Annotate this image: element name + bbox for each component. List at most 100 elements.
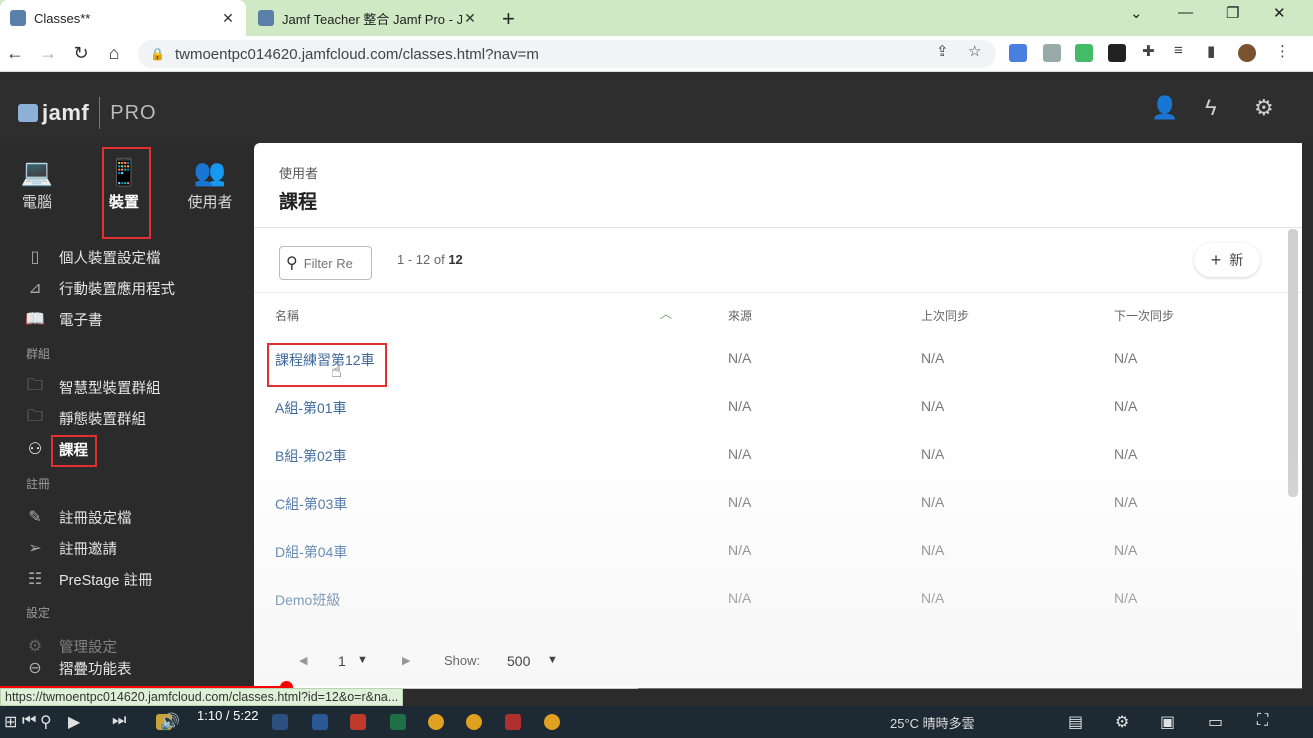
column-header-name[interactable]: 名稱 [275, 307, 299, 324]
previous-video-icon[interactable]: ⏮ [22, 712, 36, 730]
sidebar-item-smart-groups[interactable]: 🗀 智慧型裝置群組 [24, 375, 161, 399]
sidebar-item-label: 註冊設定檔 [59, 510, 132, 527]
avatar[interactable] [1238, 44, 1256, 62]
profile-icon: ▯ [30, 249, 40, 266]
filter-input[interactable] [303, 255, 364, 271]
class-name-link[interactable]: D組-第04車 [275, 542, 347, 562]
word-icon[interactable] [312, 714, 328, 730]
subtitles-icon[interactable]: ▤ [1068, 712, 1083, 732]
powerpoint-icon[interactable] [350, 714, 366, 730]
close-tab-icon[interactable]: ✕ [462, 10, 478, 27]
sidebar-item-prestage-enrollments[interactable]: ☷ PreStage 註冊 [24, 567, 153, 591]
table-row[interactable]: Demo班級 N/A N/A N/A [254, 578, 1284, 626]
class-name-link[interactable]: A組-第01車 [275, 398, 347, 418]
column-header-last-sync[interactable]: 上次同步 [921, 307, 969, 324]
settings-gear-icon[interactable]: ⚙ [1254, 95, 1274, 121]
column-header-next-sync[interactable]: 下一次同步 [1114, 307, 1174, 324]
lock-icon: 🔒 [150, 47, 165, 61]
bookmark-star-icon[interactable]: ☆ [968, 42, 981, 60]
new-tab-icon[interactable]: + [502, 6, 515, 32]
sidebar-item-enrollment-invitations[interactable]: ➢ 註冊邀請 [24, 536, 117, 560]
miniplayer-icon[interactable]: ▣ [1160, 712, 1175, 732]
forward-icon[interactable]: → [37, 43, 59, 64]
weather-widget[interactable]: 25°C 晴時多雲 [890, 713, 975, 732]
translate-extension-icon[interactable] [1009, 44, 1027, 62]
table-row[interactable]: A組-第01車 N/A N/A N/A [254, 386, 1284, 434]
tab-jamf-teacher[interactable]: Jamf Teacher 整合 Jamf Pro - Jam ✕ [248, 0, 488, 36]
excel-icon[interactable] [390, 714, 406, 730]
user-account-icon[interactable]: 👤 [1151, 95, 1178, 121]
back-icon[interactable]: ← [4, 43, 26, 64]
url-field[interactable]: 🔒 twmoentpc014620.jamfcloud.com/classes.… [138, 40, 996, 68]
search-icon: ⚲ [286, 255, 298, 272]
main-panel: 使用者 課程 ⚲ 1 - 12 of 12 + 新 名稱 ︿ 來源 上次同步 下… [254, 143, 1302, 688]
next-video-icon[interactable]: ⏭ [112, 712, 126, 730]
page-dropdown-icon[interactable]: ▼ [357, 654, 368, 666]
reload-icon[interactable]: ↻ [70, 43, 92, 64]
extension-icon[interactable] [1075, 44, 1093, 62]
tab-classes[interactable]: Classes** ✕ [0, 0, 246, 36]
tab-title: Classes** [34, 10, 91, 26]
extensions-puzzle-icon[interactable]: ✚ [1142, 42, 1155, 60]
sidebar-item-enrollment-profiles[interactable]: ✎ 註冊設定檔 [24, 505, 132, 529]
source-cell: N/A [728, 590, 752, 606]
page-number[interactable]: 1 [338, 653, 346, 669]
theater-mode-icon[interactable]: ▭ [1208, 712, 1223, 732]
column-header-source[interactable]: 來源 [728, 307, 752, 324]
search-icon[interactable]: ⚲ [40, 712, 52, 732]
count-total: 12 [448, 252, 463, 267]
extension-icon[interactable] [1108, 44, 1126, 62]
new-button-label: 新 [1229, 252, 1244, 268]
class-name-link[interactable]: C組-第03車 [275, 494, 347, 514]
app-icon[interactable] [272, 714, 288, 730]
windows-start-icon[interactable]: ⊞ [4, 712, 17, 732]
show-count-select[interactable]: 500 [507, 653, 530, 669]
table-row[interactable]: D組-第04車 N/A N/A N/A [254, 530, 1284, 578]
category-users[interactable]: 👥 使用者 [170, 157, 250, 212]
side-panel-icon[interactable]: ▮ [1207, 42, 1215, 60]
jamf-pro-logo[interactable]: jamf PRO [18, 97, 157, 129]
breadcrumb[interactable]: 使用者 [279, 163, 318, 182]
collapse-menu-button[interactable]: ⊖ 摺疊功能表 [24, 656, 131, 680]
notifications-bolt-icon[interactable]: ϟ [1205, 95, 1217, 121]
next-page-icon[interactable]: ▶ [402, 654, 410, 667]
sidebar-item-configuration-profiles[interactable]: ▯ 個人裝置設定檔 [24, 245, 161, 269]
home-icon[interactable]: ⌂ [103, 43, 125, 64]
minimize-icon[interactable]: — [1178, 4, 1193, 21]
share-icon[interactable]: ⇪ [936, 42, 949, 60]
class-name-link[interactable]: B組-第02車 [275, 446, 347, 466]
chrome-icon[interactable] [466, 714, 482, 730]
play-icon[interactable]: ▶ [68, 712, 80, 732]
menu-kebab-icon[interactable]: ⋮ [1275, 42, 1290, 60]
sidebar-item-mobile-apps[interactable]: ⊿ 行動裝置應用程式 [24, 276, 175, 300]
app-icon[interactable] [505, 714, 521, 730]
sort-ascending-icon[interactable]: ︿ [660, 305, 672, 322]
media-control-icon[interactable]: ≡ [1174, 42, 1183, 59]
close-tab-icon[interactable]: ✕ [220, 10, 236, 27]
close-window-icon[interactable]: ✕ [1273, 4, 1286, 22]
fullscreen-icon[interactable]: ⛶ [1257, 712, 1268, 730]
filter-field[interactable]: ⚲ [279, 246, 372, 280]
jamf-favicon-icon [10, 10, 26, 26]
table-row[interactable]: C組-第03車 N/A N/A N/A [254, 482, 1284, 530]
tab-search-icon[interactable]: ⌄ [1130, 4, 1143, 22]
chrome-icon[interactable] [428, 714, 444, 730]
volume-icon[interactable]: 🔊 [160, 712, 180, 732]
class-name-link[interactable]: Demo班級 [275, 590, 340, 610]
sidebar-item-ebooks[interactable]: 📖 電子書 [24, 307, 102, 331]
show-dropdown-icon[interactable]: ▼ [547, 654, 558, 666]
table-row[interactable]: B組-第02車 N/A N/A N/A [254, 434, 1284, 482]
next-sync-cell: N/A [1114, 446, 1138, 462]
new-button[interactable]: + 新 [1194, 243, 1260, 277]
extension-icon[interactable] [1043, 44, 1061, 62]
next-sync-cell: N/A [1114, 590, 1138, 606]
sidebar-item-static-groups[interactable]: 🗀 靜態裝置群組 [24, 406, 146, 430]
table-row[interactable]: 課程練習第12車 N/A N/A N/A [254, 338, 1284, 386]
chrome-icon[interactable] [544, 714, 560, 730]
category-computers[interactable]: 💻 電腦 [0, 157, 77, 212]
restore-icon[interactable]: ❐ [1226, 4, 1239, 22]
sidebar-item-management-settings[interactable]: ⚙ 管理設定 [24, 634, 117, 658]
prev-page-icon[interactable]: ◀ [299, 654, 307, 667]
scrollbar[interactable] [1288, 229, 1298, 497]
settings-gear-icon[interactable]: ⚙ [1115, 712, 1129, 732]
